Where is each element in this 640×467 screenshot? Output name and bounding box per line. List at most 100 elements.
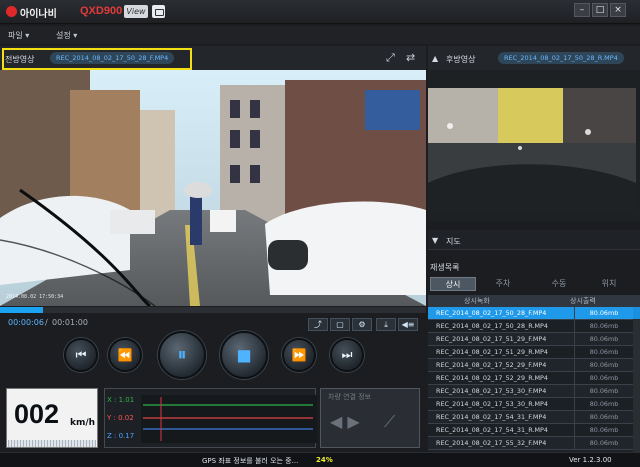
fast-forward-icon: ⏩ bbox=[291, 348, 307, 362]
turn-signal-icon: ◀ ▶ bbox=[330, 412, 360, 431]
total-time: 00:01:00 bbox=[52, 318, 88, 327]
model-badge: View bbox=[124, 5, 148, 18]
rewind-icon: ⏪ bbox=[117, 348, 133, 362]
playlist-row-size: 80.06mb bbox=[574, 411, 633, 424]
playlist-row-name: REC_2014_08_02_17_53_30_R.MP4 bbox=[436, 400, 548, 408]
front-video-osd: 2014.08.02 17:50:34 bbox=[6, 294, 64, 300]
map-label: 지도 bbox=[446, 237, 461, 246]
minimize-button[interactable]: – bbox=[574, 3, 590, 17]
playlist-column-header: 상시녹화 상시출력 bbox=[428, 295, 640, 307]
playlist-row-size: 80.06mb bbox=[574, 372, 633, 385]
menu-file[interactable]: 파일 ▾ bbox=[8, 30, 29, 41]
tab-continuous[interactable]: 상시 bbox=[430, 277, 476, 291]
g-sensor-x: X : 1.01 bbox=[107, 396, 135, 404]
playlist-row-name: REC_2014_08_02_17_50_28_R.MP4 bbox=[436, 322, 548, 330]
playlist-row-size: 80.06mb bbox=[574, 424, 633, 437]
settings-button[interactable]: ⚙ bbox=[352, 318, 372, 331]
playlist-row-size: 80.06mb bbox=[574, 307, 633, 320]
maximize-icon: □ bbox=[595, 5, 605, 15]
time-separator: / bbox=[45, 318, 48, 327]
stop-button[interactable]: ■ bbox=[220, 331, 268, 379]
playlist-row[interactable]: REC_2014_08_02_17_50_28_R.MP4 80.06mb bbox=[428, 320, 633, 333]
playlist-scrollbar[interactable] bbox=[633, 307, 640, 452]
rear-collapse-icon[interactable]: ▲ bbox=[432, 54, 438, 63]
playlist-row[interactable]: REC_2014_08_02_17_53_30_F.MP4 80.06mb bbox=[428, 385, 633, 398]
playlist-row-name: REC_2014_08_02_17_55_32_F.MP4 bbox=[436, 439, 547, 447]
brand-logo-icon bbox=[6, 6, 17, 17]
menu-settings-label: 설정 bbox=[56, 31, 71, 40]
playlist-row[interactable]: REC_2014_08_02_17_51_29_F.MP4 80.06mb bbox=[428, 333, 633, 346]
g-sensor-panel bbox=[104, 388, 317, 448]
stop-icon: ■ bbox=[236, 345, 252, 365]
playlist-row-size: 80.06mb bbox=[574, 333, 633, 346]
playlist-row-name: REC_2014_08_02_17_52_29_F.MP4 bbox=[436, 361, 547, 369]
rear-video-frame bbox=[428, 88, 636, 211]
playlist-row[interactable]: REC_2014_08_02_17_52_29_F.MP4 80.06mb bbox=[428, 359, 633, 372]
column-output: 상시출력 bbox=[570, 297, 596, 305]
skip-next-icon: ⏭ bbox=[341, 347, 353, 362]
menu-settings[interactable]: 설정 ▾ bbox=[56, 30, 77, 41]
swap-icon[interactable]: ⇄ bbox=[406, 51, 415, 64]
playlist-row-name: REC_2014_08_02_17_51_29_R.MP4 bbox=[436, 348, 548, 356]
playlist-row[interactable]: REC_2014_08_02_17_54_31_F.MP4 80.06mb bbox=[428, 411, 633, 424]
close-button[interactable]: × bbox=[610, 3, 626, 17]
expand-icon[interactable]: ⤢ bbox=[386, 51, 395, 65]
tab-location[interactable]: 위치 bbox=[586, 277, 632, 291]
next-button[interactable]: ⏭ bbox=[330, 338, 364, 372]
camera-icon[interactable] bbox=[152, 5, 165, 18]
tab-manual[interactable]: 수동 bbox=[536, 277, 582, 291]
download-button[interactable]: ⤓ bbox=[376, 318, 396, 331]
map-expand-icon[interactable]: ▼ bbox=[432, 236, 438, 245]
g-sensor-y: Y : 0.02 bbox=[107, 414, 134, 422]
playlist-row[interactable]: REC_2014_08_02_17_54_31_R.MP4 80.06mb bbox=[428, 424, 633, 437]
playlist-row[interactable]: REC_2014_08_02_17_51_29_R.MP4 80.06mb bbox=[428, 346, 633, 359]
playlist-row-size: 80.06mb bbox=[574, 359, 633, 372]
rear-video-view[interactable] bbox=[428, 88, 636, 211]
rear-video-label: 후방영상 bbox=[446, 55, 476, 64]
version-label: Ver 1.2.3.00 bbox=[569, 456, 612, 464]
rewind-button[interactable]: ⏪ bbox=[108, 338, 142, 372]
playlist: REC_2014_08_02_17_50_28_F.MP4 80.06mb RE… bbox=[428, 307, 640, 452]
minimize-icon: – bbox=[579, 5, 585, 15]
tab-parking[interactable]: 주차 bbox=[480, 277, 526, 291]
fast-forward-button[interactable]: ⏩ bbox=[282, 338, 316, 372]
playlist-row-name: REC_2014_08_02_17_54_31_F.MP4 bbox=[436, 413, 547, 421]
capture-button[interactable]: ⤴ bbox=[308, 318, 328, 331]
window-icon: ▢ bbox=[336, 320, 344, 329]
close-icon: × bbox=[614, 5, 622, 15]
seek-progress bbox=[0, 307, 43, 313]
current-time: 00:00:06 bbox=[8, 318, 44, 327]
playlist-label: 재생목록 bbox=[430, 263, 460, 272]
front-video-view[interactable]: 2014.08.02 17:50:34 bbox=[0, 70, 426, 306]
front-file-name: REC_2014_08_02_17_50_28_F.MP4 bbox=[50, 52, 175, 64]
volume-button[interactable]: ◀≡ bbox=[398, 318, 418, 331]
g-sensor-z: Z : 0.17 bbox=[107, 432, 135, 440]
playlist-row-name: REC_2014_08_02_17_51_29_F.MP4 bbox=[436, 335, 547, 343]
playlist-row[interactable]: REC_2014_08_02_17_52_29_R.MP4 80.06mb bbox=[428, 372, 633, 385]
front-video-frame bbox=[0, 70, 426, 306]
g-sensor-graph bbox=[141, 395, 317, 443]
brand-name: 아이나비 bbox=[20, 9, 57, 20]
maximize-button[interactable]: □ bbox=[592, 3, 608, 17]
playlist-scroll-thumb[interactable] bbox=[633, 307, 640, 319]
speed-unit: km/h bbox=[70, 418, 96, 428]
playlist-row[interactable]: REC_2014_08_02_17_53_30_R.MP4 80.06mb bbox=[428, 398, 633, 411]
playlist-row-name: REC_2014_08_02_17_50_28_F.MP4 bbox=[436, 309, 547, 317]
pause-icon: ⏸ bbox=[177, 344, 187, 366]
window-button[interactable]: ▢ bbox=[330, 318, 350, 331]
seek-bar[interactable] bbox=[0, 307, 426, 313]
playlist-row[interactable]: REC_2014_08_02_17_55_32_F.MP4 80.06mb bbox=[428, 437, 633, 450]
vehicle-connection-title: 차량 연결 정보 bbox=[328, 393, 372, 401]
wiper-icon: ⟋ bbox=[384, 412, 396, 431]
capture-icon: ⤴ bbox=[314, 320, 322, 329]
playlist-row-size: 80.06mb bbox=[574, 385, 633, 398]
playlist-row-name: REC_2014_08_02_17_53_30_F.MP4 bbox=[436, 387, 547, 395]
skip-previous-icon: ⏮ bbox=[75, 347, 87, 362]
playlist-row-size: 80.06mb bbox=[574, 437, 633, 450]
previous-button[interactable]: ⏮ bbox=[64, 338, 98, 372]
pause-button[interactable]: ⏸ bbox=[158, 331, 206, 379]
playlist-row-size: 80.06mb bbox=[574, 320, 633, 333]
speed-value: 002 bbox=[14, 399, 60, 429]
column-recording: 상시녹화 bbox=[464, 297, 490, 305]
playlist-row[interactable]: REC_2014_08_02_17_50_28_F.MP4 80.06mb bbox=[428, 307, 633, 320]
